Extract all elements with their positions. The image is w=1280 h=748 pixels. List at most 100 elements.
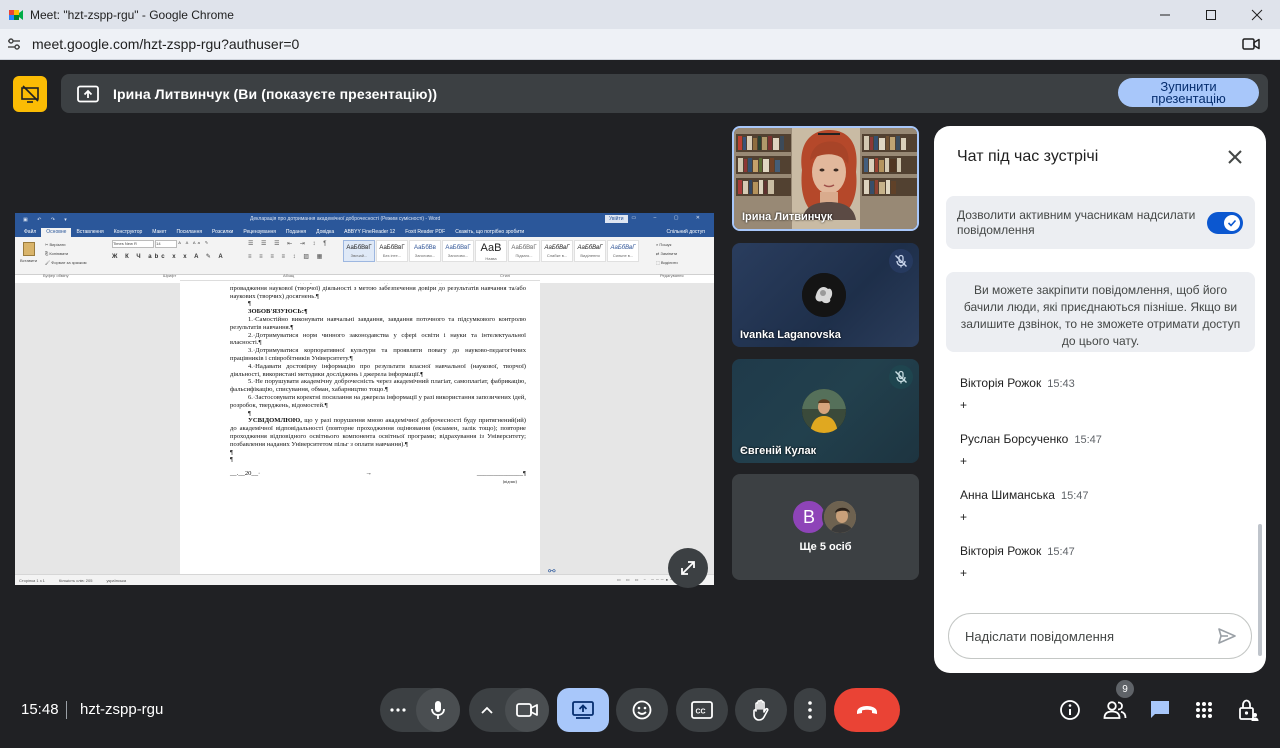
camera-button[interactable]	[505, 688, 549, 732]
word-paste-label: Вставити	[20, 258, 38, 263]
word-style: АаВ Назва	[475, 240, 507, 262]
microphone-button[interactable]	[416, 688, 460, 732]
lock-person-icon	[1239, 699, 1259, 721]
microphone-icon	[431, 701, 445, 719]
participant-tile-self[interactable]: Ірина Литвинчук	[732, 126, 919, 231]
participant-video-face	[801, 130, 857, 220]
doc-tab: →	[365, 470, 372, 478]
word-doc-title: Декларація про дотримання академічної до…	[250, 216, 441, 222]
hand-icon	[753, 699, 769, 721]
send-icon[interactable]	[1217, 627, 1237, 645]
style-sample: АаБбВвГ	[544, 244, 570, 251]
check-icon	[1227, 219, 1237, 227]
chat-message-list: Вікторія Рожок 15:43 + Руслан Борсученко 1…	[960, 376, 1250, 600]
participant-name: Євгеній Кулак	[740, 445, 817, 457]
fullscreen-button[interactable]	[668, 548, 708, 588]
chat-input-box[interactable]	[948, 613, 1252, 659]
word-share: Спільний доступ	[666, 229, 705, 235]
close-chat-button[interactable]	[1226, 148, 1244, 166]
chat-panel: Чат під час зустрічі Дозволити активним …	[934, 126, 1266, 673]
word-tab: Основне	[41, 228, 72, 237]
chat-permission-card: Дозволити активним учасникам надсилати п…	[946, 196, 1255, 249]
chat-message-input[interactable]	[965, 628, 1205, 644]
word-tab: Посилання	[176, 229, 203, 235]
more-participants-tile[interactable]: В Ще 5 осіб	[732, 474, 919, 580]
reactions-button[interactable]	[616, 688, 668, 732]
maximize-icon	[1206, 9, 1216, 20]
word-replace: Замінити	[660, 251, 678, 256]
more-participants-label: Ще 5 осіб	[799, 541, 852, 553]
more-options-button[interactable]	[794, 688, 826, 732]
present-screen-button[interactable]	[557, 688, 609, 732]
people-icon	[1103, 701, 1127, 719]
camera-in-use-icon[interactable]	[1242, 36, 1260, 52]
style-name: Назва	[485, 255, 497, 261]
word-style: АаБбВвГ Слабке в...	[541, 240, 573, 262]
word-ribbon: Вставити ✂ Вирізати ⎘ Копіювати 🖌 Формат…	[15, 237, 714, 278]
word-page-count: Сторінка 1 з 1	[19, 577, 45, 583]
people-button[interactable]	[1101, 696, 1129, 724]
word-tab: Макет	[152, 229, 167, 235]
chat-permission-label: Дозволити активним учасникам надсилати п…	[957, 208, 1196, 237]
participant-name: Ірина Литвинчук	[742, 211, 833, 223]
stop-presenting-button[interactable]: Зупинити презентацію	[1118, 78, 1259, 107]
message-time: 15:47	[1060, 490, 1089, 502]
group-label: Шрифт	[163, 273, 177, 278]
message-text: +	[960, 454, 968, 468]
style-sample: АаБбВвГ	[346, 244, 372, 251]
word-style: АаБбВвГ Без інте...	[376, 240, 408, 262]
browser-titlebar: Meet: "hzt-zspp-rgu" - Google Chrome	[0, 0, 1280, 29]
host-controls-button[interactable]	[1234, 696, 1262, 724]
style-sample: АаБбВвГ	[577, 244, 603, 251]
participant-avatar	[802, 389, 846, 433]
style-sample: АаБбВвГ	[445, 244, 471, 251]
message-sender: Вікторія Рожок	[960, 544, 1042, 558]
video-options-button[interactable]	[469, 688, 505, 732]
captions-button[interactable]: CC	[676, 688, 728, 732]
style-name: Без інте...	[382, 252, 402, 258]
doc-signature: ______________¶ (підпис)	[477, 470, 526, 486]
word-tab: ABBYY FineReader 12	[344, 229, 396, 235]
audio-options-button[interactable]	[380, 688, 416, 732]
chat-message: Вікторія Рожок 15:43 +	[960, 376, 1250, 432]
close-window-button[interactable]	[1234, 0, 1280, 29]
style-sample: АаБбВвГ	[511, 244, 537, 251]
maximize-button[interactable]	[1188, 0, 1234, 29]
style-sample: АаБбВв	[414, 244, 436, 251]
word-font-size: 14	[155, 240, 178, 248]
meeting-details-button[interactable]	[1056, 696, 1084, 724]
style-name: Виділення	[580, 252, 600, 258]
word-editing-group: ⌕ Пошук ⇄ Замінити ⬚ Виділити	[656, 242, 678, 265]
activities-button[interactable]	[1190, 696, 1218, 724]
message-time: 15:47	[1074, 434, 1102, 446]
hide-self-presentation-button[interactable]	[13, 76, 47, 112]
word-paste: Вставити	[20, 242, 38, 267]
participant-tile[interactable]: Ivanka Laganovska	[732, 243, 919, 347]
word-style: АаБбВвГ Заголово...	[442, 240, 474, 262]
raise-hand-button[interactable]	[735, 688, 787, 732]
emoji-icon	[632, 700, 652, 720]
doc-paragraph: 5.·Не порушувати академічну доброчесніст…	[230, 378, 526, 394]
expand-icon	[681, 561, 695, 575]
chat-permission-toggle[interactable]	[1207, 212, 1243, 234]
group-label: Стилі	[500, 273, 511, 278]
word-language: українська	[106, 577, 127, 583]
muted-indicator	[889, 365, 913, 389]
screen-share-icon	[77, 85, 99, 103]
toggle-knob	[1224, 215, 1240, 231]
chat-scrollbar[interactable]	[1258, 524, 1262, 656]
site-info-button[interactable]	[6, 36, 22, 52]
message-time: 15:47	[1047, 546, 1075, 558]
leave-call-button[interactable]	[834, 688, 900, 732]
participant-tile[interactable]: Євгеній Кулак	[732, 359, 919, 463]
word-style: АаБбВвГ Підзаго...	[508, 240, 540, 262]
word-styles-gallery: АаБбВвГ Звичай... АаБбВвГ Без інте... АаБб…	[343, 240, 640, 262]
more-horizontal-icon	[390, 708, 406, 712]
url-text[interactable]: meet.google.com/hzt-zspp-rgu?authuser=0	[32, 36, 299, 52]
word-align-buttons: ≡ ≡ ≡ ≡ ↕ ▨ ▦	[248, 254, 326, 260]
minimize-button[interactable]	[1142, 0, 1188, 29]
doc-paragraph: УСВІДОМЛЮЮ, що у разі порушення мною ака…	[230, 417, 526, 448]
doc-date: __.__20__·	[230, 470, 261, 478]
chat-button[interactable]	[1146, 696, 1174, 724]
doc-paragraph: цінностей академічної доброчесності та е…	[230, 283, 526, 300]
